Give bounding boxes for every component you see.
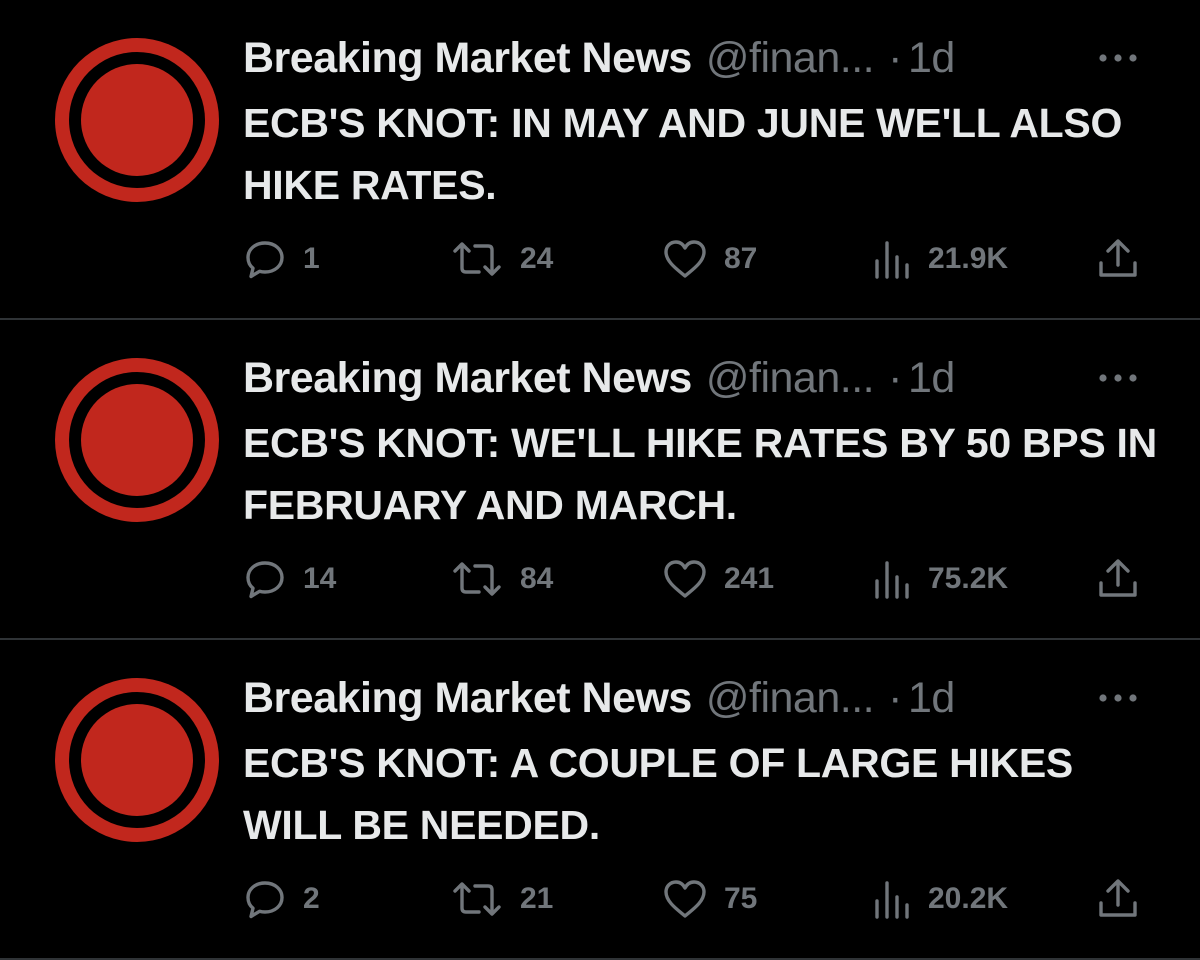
avatar[interactable] xyxy=(55,678,219,842)
views-count: 75.2K xyxy=(928,562,1009,595)
author-handle[interactable]: @finan... xyxy=(706,34,875,83)
reply-count: 1 xyxy=(303,242,320,275)
separator-dot: · xyxy=(888,673,902,722)
repost-button[interactable]: 21 xyxy=(450,876,553,922)
reply-count: 2 xyxy=(303,882,320,915)
tweet-text: ECB'S KNOT: IN MAY AND JUNE WE'LL ALSO H… xyxy=(243,100,1123,208)
author-name[interactable]: Breaking Market News xyxy=(243,674,692,723)
repost-arrows-icon xyxy=(453,242,501,276)
separator-dot: · xyxy=(888,353,902,402)
share-button[interactable] xyxy=(1096,876,1140,922)
reply-button[interactable]: 1 xyxy=(243,236,320,282)
speech-bubble-icon xyxy=(246,241,284,279)
repost-button[interactable]: 24 xyxy=(450,236,553,282)
author-handle[interactable]: @finan... xyxy=(706,354,875,403)
repost-count: 24 xyxy=(520,242,554,275)
more-horizontal-icon[interactable] xyxy=(1096,370,1140,386)
tweet[interactable]: Breaking Market News @finan... · 1d ECB'… xyxy=(0,640,1200,958)
tweet-header: Breaking Market News @finan... · 1d xyxy=(243,348,955,408)
reply-count: 14 xyxy=(303,562,337,595)
views-count: 21.9K xyxy=(928,242,1009,275)
speech-bubble-icon xyxy=(246,561,284,599)
tweet-text: ECB'S KNOT: A COUPLE OF LARGE HIKES WILL… xyxy=(243,740,1073,848)
upload-arrow-icon xyxy=(1099,239,1137,277)
author-name[interactable]: Breaking Market News xyxy=(243,34,692,83)
views-button[interactable]: 75.2K xyxy=(872,556,1008,602)
views-button[interactable]: 20.2K xyxy=(872,876,1008,922)
heart-outline-icon xyxy=(664,880,706,918)
like-count: 87 xyxy=(724,242,758,275)
avatar[interactable] xyxy=(55,358,219,522)
tweet-text: ECB'S KNOT: WE'LL HIKE RATES BY 50 BPS I… xyxy=(243,420,1157,528)
share-button[interactable] xyxy=(1096,236,1140,282)
author-name[interactable]: Breaking Market News xyxy=(243,354,692,403)
speech-bubble-icon xyxy=(246,881,284,919)
bar-chart-icon xyxy=(875,241,909,279)
reply-button[interactable]: 14 xyxy=(243,556,336,602)
upload-arrow-icon xyxy=(1099,879,1137,917)
tweet-age[interactable]: 1d xyxy=(908,674,955,723)
heart-outline-icon xyxy=(664,560,706,598)
like-button[interactable]: 87 xyxy=(662,236,757,282)
upload-arrow-icon xyxy=(1099,559,1137,597)
tweet-header: Breaking Market News @finan... · 1d xyxy=(243,28,955,88)
author-handle[interactable]: @finan... xyxy=(706,674,875,723)
repost-arrows-icon xyxy=(453,882,501,916)
tweet-age[interactable]: 1d xyxy=(908,354,955,403)
views-count: 20.2K xyxy=(928,882,1009,915)
tweet-header: Breaking Market News @finan... · 1d xyxy=(243,668,955,728)
views-button[interactable]: 21.9K xyxy=(872,236,1008,282)
separator-dot: · xyxy=(888,33,902,82)
repost-button[interactable]: 84 xyxy=(450,556,553,602)
like-button[interactable]: 75 xyxy=(662,876,757,922)
tweet[interactable]: Breaking Market News @finan... · 1d ECB'… xyxy=(0,0,1200,318)
share-button[interactable] xyxy=(1096,556,1140,602)
heart-outline-icon xyxy=(664,240,706,278)
reply-button[interactable]: 2 xyxy=(243,876,320,922)
like-count: 75 xyxy=(724,882,758,915)
repost-count: 21 xyxy=(520,882,554,915)
bar-chart-icon xyxy=(875,881,909,919)
like-count: 241 xyxy=(724,562,775,595)
tweet-age[interactable]: 1d xyxy=(908,34,955,83)
more-horizontal-icon[interactable] xyxy=(1096,690,1140,706)
repost-arrows-icon xyxy=(453,562,501,596)
more-horizontal-icon[interactable] xyxy=(1096,50,1140,66)
tweet[interactable]: Breaking Market News @finan... · 1d ECB'… xyxy=(0,320,1200,638)
repost-count: 84 xyxy=(520,562,554,595)
bar-chart-icon xyxy=(875,561,909,599)
avatar[interactable] xyxy=(55,38,219,202)
like-button[interactable]: 241 xyxy=(662,556,774,602)
tweet-feed: Breaking Market News @finan... · 1d ECB'… xyxy=(0,0,1200,960)
